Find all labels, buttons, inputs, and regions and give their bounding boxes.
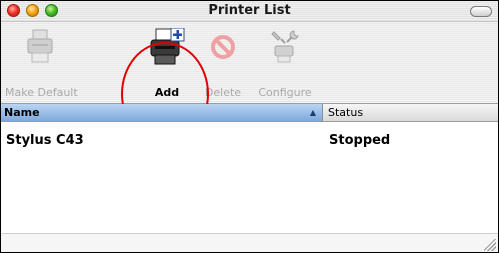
make-default-button[interactable]: Make Default: [5, 28, 78, 102]
configure-button[interactable]: Configure: [251, 28, 319, 102]
printer-add-icon: [150, 28, 185, 65]
delete-icon: [211, 35, 235, 59]
printer-name-cell: Stylus C43: [6, 133, 84, 148]
column-header-status[interactable]: Status: [324, 104, 498, 121]
configure-label: Configure: [258, 86, 312, 99]
window-title: Printer List: [208, 3, 291, 18]
table-header: Name ▲ Status: [1, 104, 498, 122]
printer-table: Stylus C43 Stopped: [1, 122, 498, 233]
table-row[interactable]: Stylus C43 Stopped: [1, 131, 498, 151]
column-header-name-label: Name: [4, 106, 40, 119]
title-bar[interactable]: Printer List: [1, 1, 498, 22]
column-header-status-label: Status: [328, 106, 364, 119]
toolbar-toggle-button[interactable]: [470, 6, 492, 17]
make-default-label: Make Default: [5, 86, 78, 99]
delete-label: Delete: [204, 86, 242, 99]
printer-status-cell: Stopped: [329, 133, 391, 148]
toolbar: Make Default Add Delete Configure: [1, 22, 498, 146]
printer-list-window: Printer List Make Default Add Delete Con…: [0, 0, 499, 253]
add-button[interactable]: Add: [147, 28, 187, 102]
add-label: Add: [154, 86, 180, 99]
horizontal-scrollbar[interactable]: [1, 233, 498, 252]
delete-button[interactable]: Delete: [199, 28, 247, 102]
configure-icon: [271, 30, 299, 63]
printer-default-icon: [27, 29, 53, 63]
column-header-name[interactable]: Name ▲: [1, 104, 323, 121]
resize-grip-icon[interactable]: [484, 239, 496, 251]
sort-ascending-icon: ▲: [309, 108, 316, 117]
